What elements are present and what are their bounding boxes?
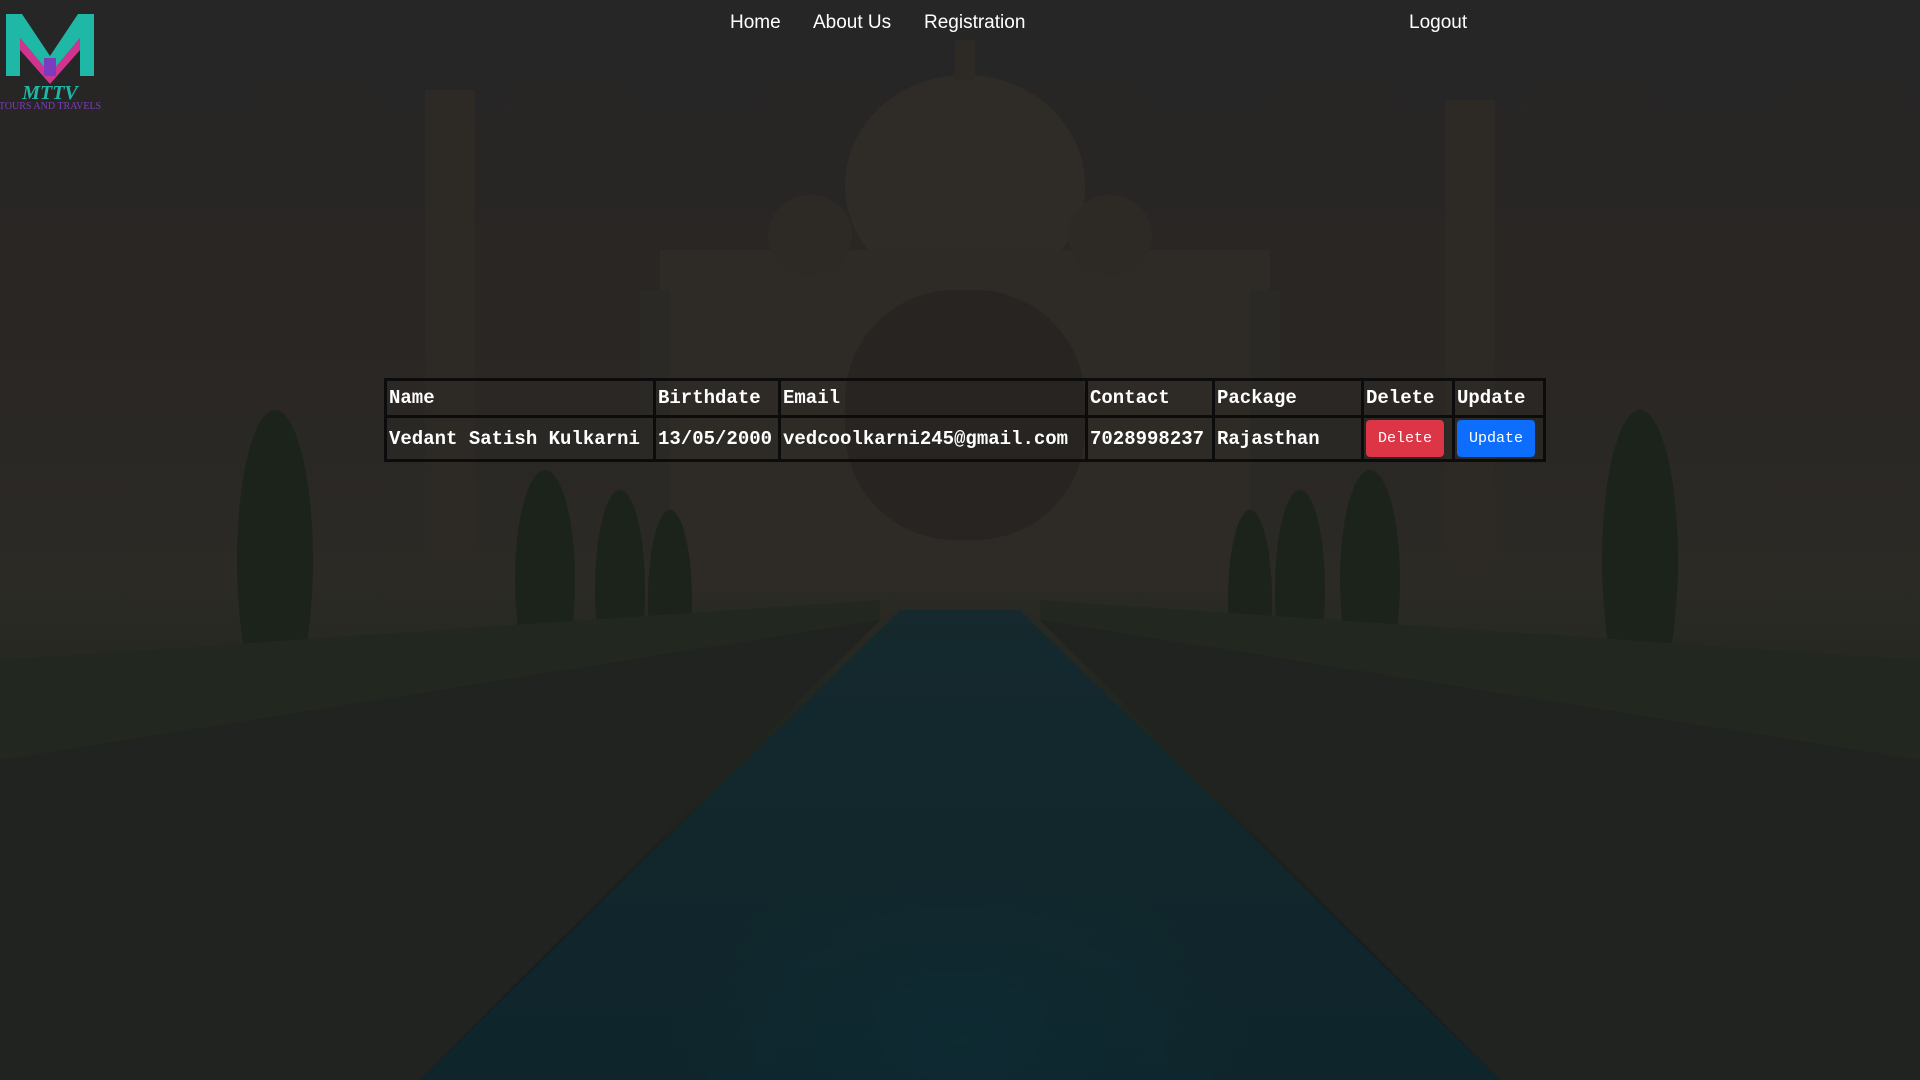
background-image-taj-mahal <box>0 0 1920 1080</box>
logo-subtext: TOURS AND TRAVELS <box>0 101 101 110</box>
nav-registration-link[interactable]: Registration <box>924 12 1025 34</box>
cell-birthdate: 13/05/2000 <box>653 415 781 462</box>
cell-email: vedcoolkarni245@gmail.com <box>778 415 1088 462</box>
table-row: Vedant Satish Kulkarni 13/05/2000 vedcoo… <box>384 415 1546 462</box>
table-header-row: Name Birthdate Email Contact Package Del… <box>384 378 1546 418</box>
cell-update: Update <box>1452 415 1546 462</box>
header-email: Email <box>778 378 1088 418</box>
nav-about-link[interactable]: About Us <box>813 12 891 34</box>
bookings-table: Name Birthdate Email Contact Package Del… <box>384 378 1546 462</box>
bookings-table-container: Name Birthdate Email Contact Package Del… <box>384 378 1546 462</box>
cell-package: Rajasthan <box>1212 415 1364 462</box>
logo-m-icon <box>6 14 94 84</box>
header-delete: Delete <box>1361 378 1455 418</box>
delete-button[interactable]: Delete <box>1366 420 1445 457</box>
update-button[interactable]: Update <box>1457 420 1536 457</box>
brand-logo[interactable]: MTTV TOURS AND TRAVELS <box>0 6 104 112</box>
nav-home-link[interactable]: Home <box>730 12 781 34</box>
cell-contact: 7028998237 <box>1085 415 1215 462</box>
nav-logout-link[interactable]: Logout <box>1409 12 1467 34</box>
header-update: Update <box>1452 378 1546 418</box>
header-package: Package <box>1212 378 1364 418</box>
header-name: Name <box>384 378 656 418</box>
header-birthdate: Birthdate <box>653 378 781 418</box>
cell-delete: Delete <box>1361 415 1455 462</box>
cell-name: Vedant Satish Kulkarni <box>384 415 656 462</box>
navbar: MTTV TOURS AND TRAVELS Home About Us Reg… <box>0 0 1920 112</box>
header-contact: Contact <box>1085 378 1215 418</box>
